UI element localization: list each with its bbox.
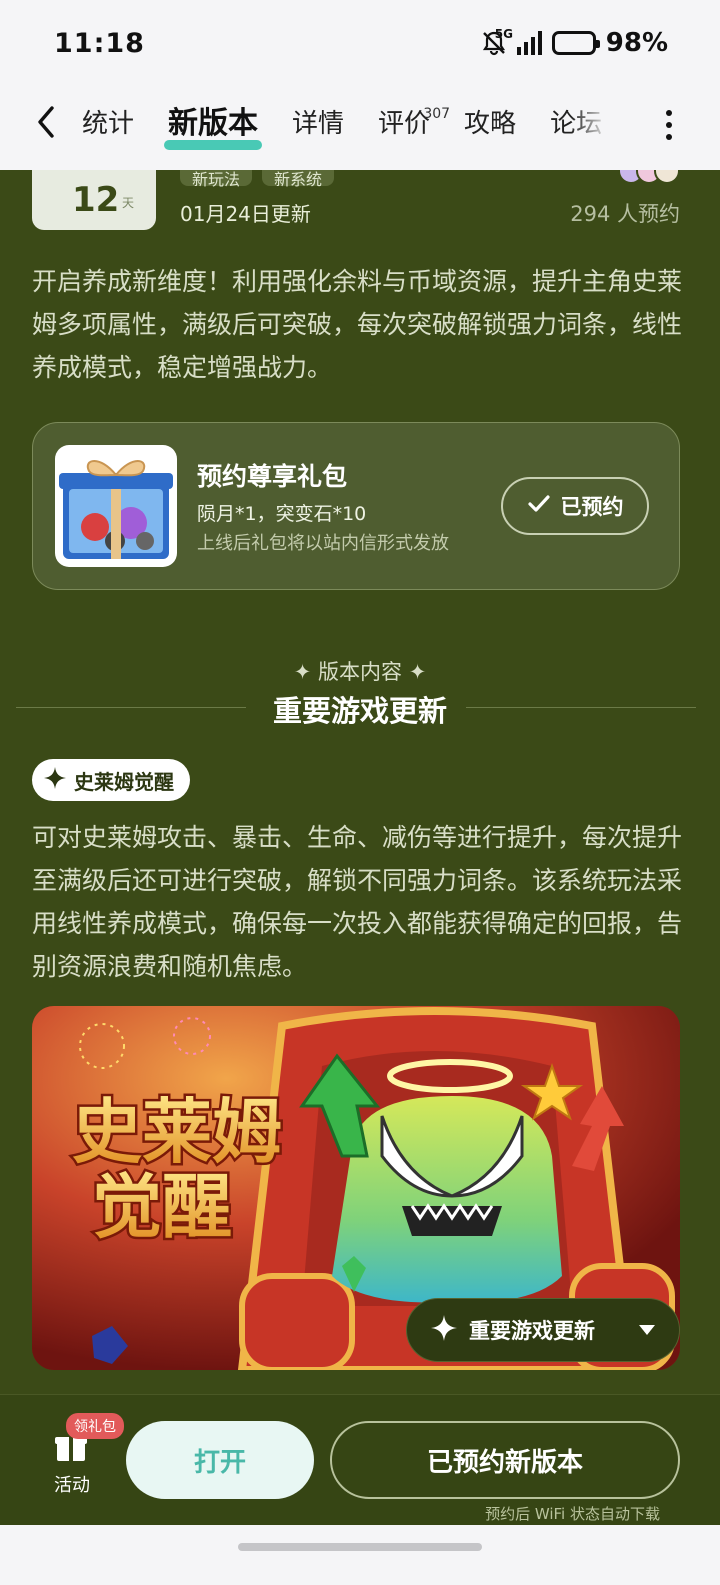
section-subtitle: ✦ 版本内容 ✦ (293, 660, 427, 684)
status-icons: 5G 98% (481, 27, 668, 58)
section-title: 重要游戏更新 (272, 694, 447, 728)
banner-title-line1: 史莱姆 (72, 1091, 282, 1173)
tab-nav: 统计 新版本 详情 评价 307 攻略 论坛 (0, 90, 720, 170)
countdown-unit: 天 (122, 196, 135, 210)
check-icon (527, 494, 551, 519)
update-type-dropdown[interactable]: 重要游戏更新 (406, 1298, 680, 1362)
auto-download-note: 预约后 WiFi 状态自动下载 (485, 1505, 660, 1523)
sparkle-icon (44, 766, 66, 794)
tab-forum[interactable]: 论坛 (550, 104, 602, 144)
update-date: 01月24日更新 (180, 202, 311, 226)
sparkle-right-icon: ✦ (408, 660, 427, 684)
gift-pack-card: 预约尊享礼包 陨月*1，突变石*10 上线后礼包将以站内信形式发放 已预约 (32, 422, 680, 590)
top-bar: 11:18 5G 98% 统计 新版本 详情 评价 307 攻略 论坛 (0, 0, 720, 170)
open-button[interactable]: 打开 (126, 1421, 314, 1499)
gift-items: 陨月*1，突变石*10 (197, 503, 367, 525)
tab-new-version[interactable]: 新版本 (164, 104, 263, 150)
tab-guides[interactable]: 攻略 (464, 104, 516, 144)
battery-icon (551, 31, 600, 55)
tab-reviews[interactable]: 评价 307 (378, 104, 450, 144)
chevron-down-icon (639, 1325, 655, 1335)
tab-details[interactable]: 详情 (292, 104, 344, 144)
sparkle-left-icon: ✦ (293, 660, 312, 684)
home-indicator[interactable] (238, 1543, 482, 1551)
more-menu-icon[interactable] (666, 110, 674, 140)
sparkle-icon (431, 1314, 457, 1346)
signal-icon: 5G (495, 27, 542, 55)
bottom-action-bar: 领礼包 活动 打开 已预约新版本 预约后 WiFi 状态自动下载 (0, 1394, 720, 1525)
gift-note: 上线后礼包将以站内信形式发放 (197, 533, 449, 554)
gift-title: 预约尊享礼包 (197, 462, 348, 491)
activity-label: 活动 (54, 1475, 90, 1496)
home-indicator-bar (0, 1525, 720, 1585)
feature-description: 可对史莱姆攻击、暴击、生命、减伤等进行提升，每次提升至满级后还可进行突破，解锁不… (32, 823, 683, 981)
status-time: 11:18 (54, 28, 145, 59)
banner-title-line2: 觉醒 (92, 1166, 232, 1248)
status-bar: 11:18 5G 98% (0, 0, 720, 90)
countdown-number: 12 (72, 180, 120, 220)
battery-percent: 98% (605, 28, 668, 58)
feature-tag: 史莱姆觉醒 (32, 759, 190, 801)
review-count: 307 (423, 106, 451, 122)
reserved-new-version-button[interactable]: 已预约新版本 (330, 1421, 680, 1499)
reservation-count: 294 人预约 (570, 202, 680, 226)
gift-box-image (55, 445, 177, 567)
gift-reserved-button[interactable]: 已预约 (501, 477, 649, 535)
gift-badge: 领礼包 (66, 1413, 124, 1439)
gift-button-label: 已预约 (560, 495, 624, 519)
tab-stats[interactable]: 统计 (82, 104, 134, 144)
version-intro: 开启养成新维度！利用强化余料与币域资源，提升主角史莱姆多项属性，满级后可突破，每… (32, 267, 683, 382)
back-arrow-icon[interactable] (32, 104, 62, 140)
